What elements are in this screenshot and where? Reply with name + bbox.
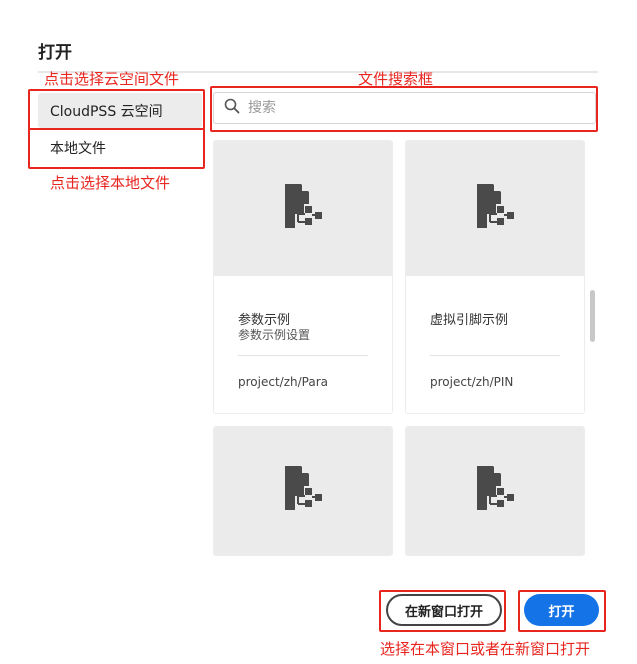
highlight-box-search	[210, 86, 598, 132]
file-path: project/zh/PIN	[430, 375, 514, 389]
file-tree-icon	[475, 183, 515, 234]
file-tree-icon	[475, 466, 515, 516]
card-divider	[238, 355, 368, 356]
card-divider	[430, 355, 560, 356]
highlight-box-new-window	[379, 590, 506, 632]
file-card[interactable]: 参数示例 参数示例设置 project/zh/Para	[214, 141, 392, 413]
file-thumbnail	[406, 427, 584, 555]
file-name: 虚拟引脚示例	[430, 313, 509, 328]
annotation-local: 点击选择本地文件	[50, 174, 171, 192]
file-path: project/zh/Para	[238, 375, 328, 389]
dialog-title: 打开	[38, 43, 72, 63]
file-thumbnail	[214, 141, 392, 276]
scrollbar-thumb[interactable]	[590, 290, 595, 342]
file-info: 参数示例 参数示例设置 project/zh/Para	[214, 276, 392, 413]
file-card[interactable]	[406, 427, 584, 555]
file-description: 参数示例设置	[238, 328, 311, 342]
file-tree-icon	[283, 466, 323, 516]
annotation-open: 选择在本窗口或者在新窗口打开	[380, 640, 591, 658]
file-card[interactable]: 虚拟引脚示例 project/zh/PIN	[406, 141, 584, 413]
highlight-box-local	[28, 128, 205, 169]
file-info: 虚拟引脚示例 project/zh/PIN	[406, 276, 584, 413]
file-thumbnail	[406, 141, 584, 276]
file-tree-icon	[283, 183, 323, 234]
file-card[interactable]	[214, 427, 392, 555]
highlight-box-open	[518, 590, 606, 632]
file-thumbnail	[214, 427, 392, 555]
highlight-box-cloud	[28, 89, 205, 130]
annotation-cloud: 点击选择云空间文件	[44, 70, 180, 88]
